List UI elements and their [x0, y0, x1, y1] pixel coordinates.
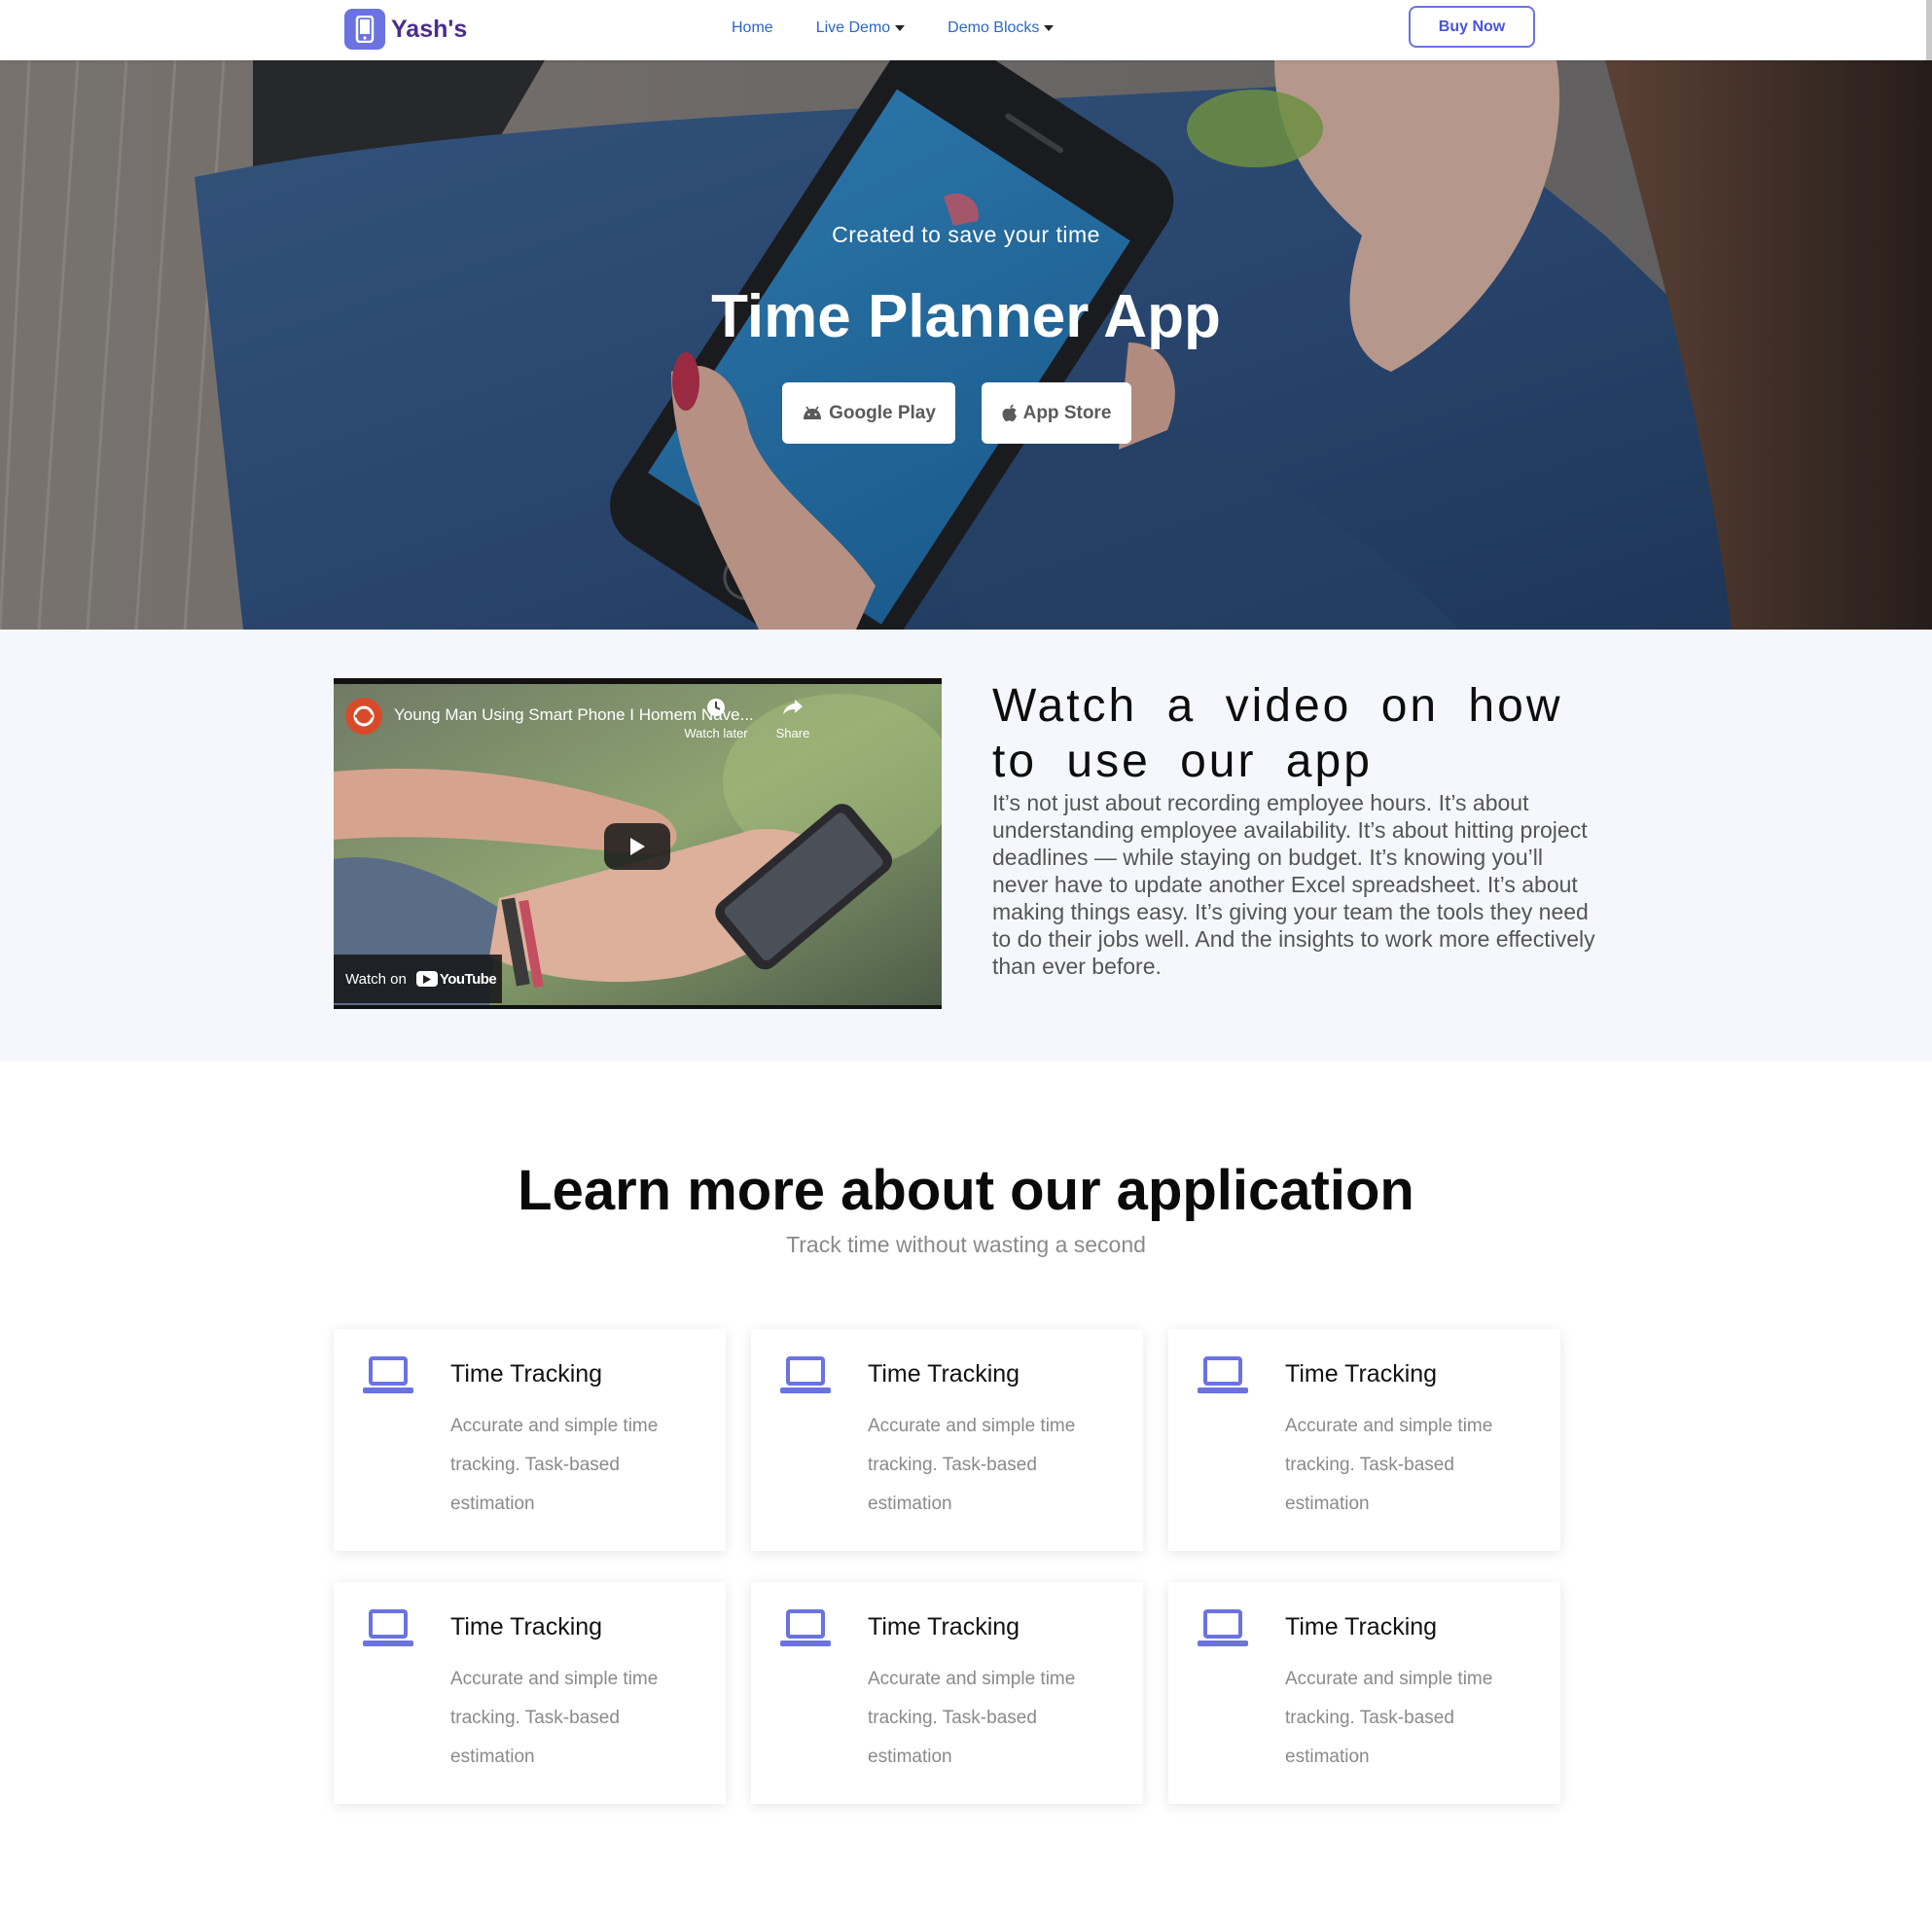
youtube-logo: YouTube	[415, 970, 497, 988]
phone-icon	[344, 9, 385, 50]
play-button[interactable]	[604, 823, 670, 870]
nav-link-home[interactable]: Home	[732, 19, 773, 37]
feature-card: Time Tracking Accurate and simple time t…	[1168, 1582, 1560, 1804]
share-label: Share	[775, 726, 810, 740]
watch-on-youtube-link[interactable]: Watch on YouTube	[334, 955, 502, 1003]
feature-title: Time Tracking	[1285, 1613, 1438, 1641]
feature-description: Accurate and simple time tracking. Task-…	[868, 1416, 1076, 1514]
feature-description: Accurate and simple time tracking. Task-…	[450, 1669, 659, 1767]
watch-later-label: Watch later	[684, 726, 748, 740]
buy-now-button[interactable]: Buy Now	[1409, 6, 1535, 48]
laptop-icon	[1198, 1609, 1248, 1646]
top-navbar: Yash's Home Live Demo Demo Blocks Buy No…	[0, 0, 1932, 60]
features-title: Learn more about our application	[518, 1159, 1414, 1222]
caret-down-icon	[1044, 25, 1055, 31]
google-play-button[interactable]: Google Play	[782, 382, 955, 444]
feature-title: Time Tracking	[868, 1613, 1020, 1641]
clock-icon	[707, 699, 725, 716]
video-thumbnail: Young Man Using Smart Phone I Homem Nave…	[334, 684, 942, 1005]
feature-card: Time Tracking Accurate and simple time t…	[751, 1582, 1143, 1804]
laptop-icon	[780, 1609, 831, 1646]
feature-card: Time Tracking Accurate and simple time t…	[1168, 1329, 1560, 1551]
feature-description: Accurate and simple time tracking. Task-…	[868, 1669, 1076, 1767]
laptop-icon	[780, 1356, 831, 1393]
feature-title: Time Tracking	[450, 1613, 603, 1641]
feature-description: Accurate and simple time tracking. Task-…	[450, 1416, 659, 1514]
feature-title: Time Tracking	[1285, 1360, 1438, 1388]
feature-description: Accurate and simple time tracking. Task-…	[1285, 1416, 1493, 1514]
share-button[interactable]: Share	[759, 698, 827, 740]
google-play-label: Google Play	[829, 402, 936, 423]
app-store-button[interactable]: App Store	[982, 382, 1131, 444]
nav-link-demo-blocks[interactable]: Demo Blocks	[948, 19, 1055, 37]
video-heading: Watch a video on how to use our app	[992, 680, 1563, 787]
share-icon	[783, 700, 803, 715]
android-icon	[804, 406, 822, 419]
feature-description: Accurate and simple time tracking. Task-…	[1285, 1669, 1493, 1767]
laptop-icon	[363, 1356, 413, 1393]
nav-link-label: Home	[732, 19, 773, 36]
hero-buttons: Google Play App Store	[782, 382, 1131, 444]
feature-card: Time Tracking Accurate and simple time t…	[334, 1329, 726, 1551]
scrollbar[interactable]	[1926, 0, 1932, 60]
hero-section: Created to save your time Time Planner A…	[0, 60, 1932, 630]
app-store-label: App Store	[1022, 402, 1112, 423]
video-section: Young Man Using Smart Phone I Homem Nave…	[0, 630, 1932, 1061]
hero-subtitle: Created to save your time	[832, 222, 1100, 247]
nav-links: Home Live Demo Demo Blocks	[732, 19, 1096, 37]
watch-on-label: Watch on	[345, 970, 407, 988]
feature-card: Time Tracking Accurate and simple time t…	[334, 1582, 726, 1804]
youtube-play-icon	[415, 971, 438, 987]
hero-title: Time Planner App	[711, 283, 1221, 350]
youtube-video-embed[interactable]: Young Man Using Smart Phone I Homem Nave…	[334, 678, 942, 1009]
brand-logo-link[interactable]: Yash's	[344, 8, 467, 51]
feature-title: Time Tracking	[868, 1360, 1020, 1388]
nav-link-live-demo[interactable]: Live Demo	[815, 19, 906, 37]
video-description: Watch a video on how to use our app It’s…	[992, 678, 1595, 980]
video-paragraph: It’s not just about recording employee h…	[992, 790, 1595, 979]
nav-link-label: Live Demo	[815, 19, 891, 36]
apple-icon	[1002, 404, 1017, 422]
watch-later-button[interactable]: Watch later	[682, 698, 750, 740]
feature-title: Time Tracking	[450, 1360, 603, 1388]
brand-name: Yash's	[391, 15, 468, 43]
laptop-icon	[363, 1609, 413, 1646]
nav-link-label: Demo Blocks	[948, 19, 1040, 36]
youtube-wordmark: YouTube	[439, 970, 497, 988]
caret-down-icon	[895, 25, 906, 31]
features-subtitle: Track time without wasting a second	[786, 1232, 1146, 1257]
channel-avatar[interactable]	[345, 698, 382, 735]
laptop-icon	[1198, 1356, 1248, 1393]
play-icon	[630, 838, 645, 855]
feature-card: Time Tracking Accurate and simple time t…	[751, 1329, 1143, 1551]
